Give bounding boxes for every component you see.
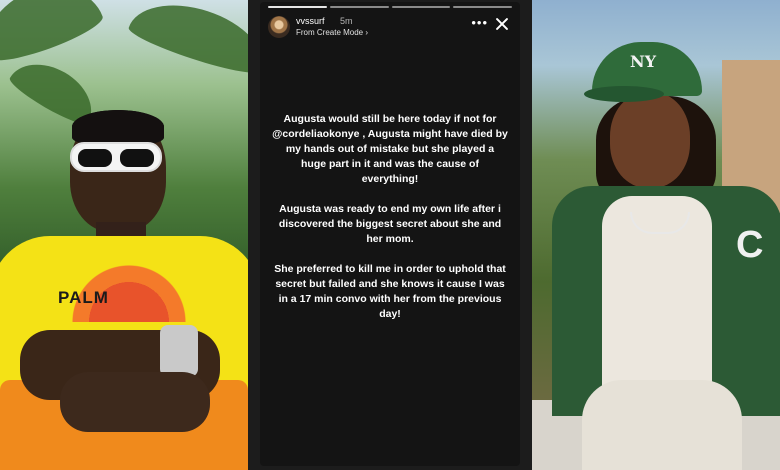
more-horizontal-icon[interactable]: ••• (471, 16, 488, 29)
story-text: Augusta would still be here today if not… (272, 112, 508, 337)
story-header: vvssurf 5m From Create Mode › ••• (268, 14, 512, 42)
white-pants (582, 380, 742, 470)
left-photo: PALM (0, 0, 248, 470)
palm-leaf-decoration (0, 0, 107, 69)
close-icon[interactable] (494, 16, 510, 32)
story-time: 5m (340, 16, 353, 26)
story-paragraph-1: Augusta would still be here today if not… (272, 113, 508, 185)
story-paragraph-2: Augusta was ready to end my own life aft… (278, 203, 502, 245)
progress-segment (268, 6, 327, 8)
right-photo: NY C (532, 0, 780, 470)
shirt-text: PALM (58, 288, 109, 307)
cap-logo: NY (630, 52, 657, 71)
avatar[interactable] (268, 16, 290, 38)
create-mode-link[interactable]: From Create Mode › (296, 28, 368, 37)
palm-leaf-decoration (125, 0, 248, 81)
story-progress-bar (268, 6, 512, 8)
story-paragraph-3: She preferred to kill me in order to uph… (274, 263, 506, 320)
progress-segment (329, 6, 389, 8)
hair-top (72, 110, 164, 144)
jacket-letter: C (736, 224, 764, 266)
progress-segment (391, 6, 451, 8)
progress-segment (453, 6, 512, 8)
hand (60, 372, 210, 432)
sunglasses (70, 142, 162, 172)
person-face (610, 92, 690, 188)
instagram-story[interactable]: vvssurf 5m From Create Mode › ••• August… (260, 2, 520, 466)
story-username[interactable]: vvssurf (296, 16, 325, 26)
cap-brim (584, 86, 664, 102)
wristwatch (160, 325, 198, 377)
